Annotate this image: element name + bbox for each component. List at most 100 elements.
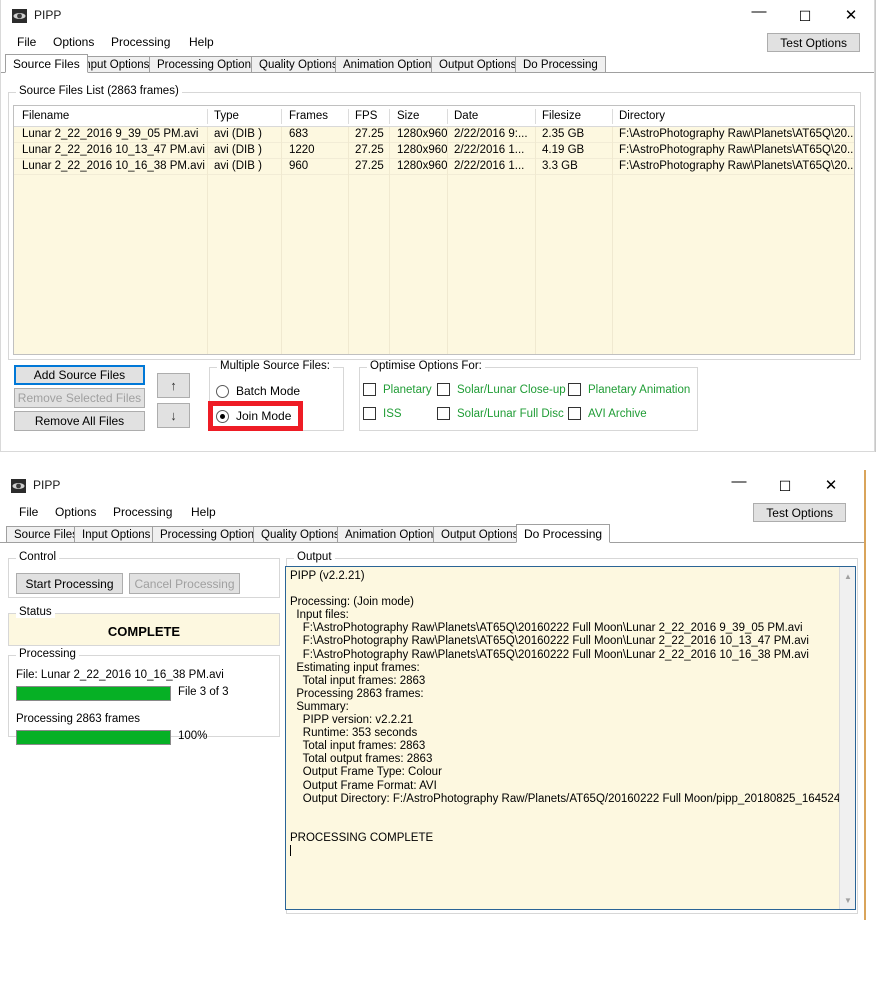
remove-selected-files-button[interactable]: Remove Selected Files (14, 388, 145, 408)
column-header-size[interactable]: Size (397, 110, 419, 122)
move-down-arrow-icon[interactable]: ↓ (157, 403, 190, 428)
pipp-app-icon (11, 479, 26, 493)
checkbox-iss[interactable]: ISS (363, 407, 402, 420)
frames-progress-bar (16, 730, 171, 745)
tab-output-options[interactable]: Output Options (433, 526, 527, 543)
move-up-arrow-icon[interactable]: ↑ (157, 373, 190, 398)
tab-quality-options[interactable]: Quality Options (253, 526, 348, 543)
table-row[interactable]: Lunar 2_22_2016 9_39_05 PM.avi avi (DIB … (14, 127, 854, 143)
window2-title: PIPP (33, 478, 61, 492)
cell-frames: 960 (289, 160, 309, 172)
checkbox-avi-archive-label: AVI Archive (588, 407, 647, 420)
checkbox-iss-label: ISS (383, 407, 402, 420)
scroll-up-arrow-icon[interactable]: ▲ (840, 568, 855, 584)
window1-body: PIPP — ☐ ✕ File Options Processing Help … (0, 0, 875, 452)
tab-animation-options[interactable]: Animation Options (337, 526, 447, 543)
maximize-button[interactable]: ☐ (782, 0, 828, 31)
checkbox-planetary[interactable]: Planetary (363, 383, 432, 396)
test-options-button[interactable]: Test Options (753, 503, 846, 522)
test-options-button[interactable]: Test Options (767, 33, 860, 52)
checkbox-avi-archive[interactable]: AVI Archive (568, 407, 647, 420)
remove-all-files-button[interactable]: Remove All Files (14, 411, 145, 431)
output-scrollbar[interactable]: ▲ ▼ (839, 567, 855, 909)
radio-batch-mode[interactable]: Batch Mode (216, 384, 300, 398)
menu-help[interactable]: Help (185, 504, 222, 520)
cell-frames: 683 (289, 128, 309, 140)
cell-directory: F:\AstroPhotography Raw\Planets\AT65Q\20… (619, 160, 855, 172)
column-header-date[interactable]: Date (454, 110, 478, 122)
cell-date: 2/22/2016 1... (454, 144, 525, 156)
cell-fps: 27.25 (355, 160, 384, 172)
frames-progress-fill (17, 731, 170, 744)
table-row[interactable]: Lunar 2_22_2016 10_13_47 PM.avi avi (DIB… (14, 143, 854, 159)
menu-options[interactable]: Options (47, 34, 100, 50)
cell-date: 2/22/2016 9:... (454, 128, 528, 140)
control-group-label: Control (16, 551, 60, 563)
add-source-files-button[interactable]: Add Source Files (14, 365, 145, 385)
tab-processing-options[interactable]: Processing Options (152, 526, 268, 543)
tab-animation-options[interactable]: Animation Options (335, 56, 445, 73)
checkbox-icon (363, 383, 376, 396)
scroll-down-arrow-icon[interactable]: ▼ (840, 892, 855, 908)
cell-filename: Lunar 2_22_2016 10_16_38 PM.avi (22, 160, 205, 172)
minimize-button[interactable]: — (716, 470, 762, 501)
window2-titlebar-buttons: — ☐ ✕ (716, 470, 854, 501)
tab-processing-options[interactable]: Processing Options (149, 56, 265, 73)
checkbox-solar-lunar-full-disc-label: Solar/Lunar Full Disc (457, 407, 564, 420)
menu-help[interactable]: Help (183, 34, 220, 50)
start-processing-button[interactable]: Start Processing (16, 573, 123, 594)
checkbox-solar-lunar-closeup[interactable]: Solar/Lunar Close-up (437, 383, 566, 396)
status-group: Status COMPLETE (8, 606, 280, 646)
source-files-table[interactable]: Filename Type Frames FPS Size Date Files… (13, 105, 855, 355)
column-header-frames[interactable]: Frames (289, 110, 328, 122)
processing-frames-line: Processing 2863 frames (16, 713, 141, 725)
column-header-directory[interactable]: Directory (619, 110, 665, 122)
processing-group-label: Processing (16, 648, 79, 660)
column-header-filesize[interactable]: Filesize (542, 110, 581, 122)
window2-tabbar: Source Files Input Options Processing Op… (0, 524, 864, 543)
close-button[interactable]: ✕ (808, 470, 854, 501)
status-badge: COMPLETE (107, 624, 181, 639)
radio-button-selected-icon (216, 409, 229, 423)
cell-filesize: 4.19 GB (542, 144, 585, 156)
maximize-button[interactable]: ☐ (762, 470, 808, 501)
column-header-fps[interactable]: FPS (355, 110, 377, 122)
tab-input-options[interactable]: Input Options (74, 526, 159, 543)
radio-join-mode[interactable]: Join Mode (216, 409, 291, 423)
tab-output-options[interactable]: Output Options (431, 56, 525, 73)
tab-source-files[interactable]: Source Files (5, 54, 88, 73)
pipp-app-icon (12, 9, 27, 23)
output-log-textarea[interactable]: PIPP (v2.2.21) Processing: (Join mode) I… (285, 566, 856, 910)
status-group-label: Status (16, 606, 55, 618)
table-row[interactable]: Lunar 2_22_2016 10_16_38 PM.avi avi (DIB… (14, 159, 854, 175)
menu-processing[interactable]: Processing (107, 504, 178, 520)
pipp-window-source-files[interactable]: PIPP — ☐ ✕ File Options Processing Help … (0, 0, 876, 452)
window2-titlebar[interactable]: PIPP — ☐ ✕ (0, 470, 864, 501)
file-progress-fill (17, 687, 170, 700)
optimise-options-group: Optimise Options For: (359, 360, 698, 431)
column-header-filename[interactable]: Filename (22, 110, 69, 122)
cell-filesize: 3.3 GB (542, 160, 578, 172)
checkbox-planetary-animation[interactable]: Planetary Animation (568, 383, 690, 396)
checkbox-solar-lunar-full-disc[interactable]: Solar/Lunar Full Disc (437, 407, 564, 420)
cancel-processing-button[interactable]: Cancel Processing (129, 573, 240, 594)
menu-file[interactable]: File (11, 34, 42, 50)
minimize-button[interactable]: — (736, 0, 782, 31)
tab-do-processing[interactable]: Do Processing (516, 524, 611, 543)
menu-options[interactable]: Options (49, 504, 102, 520)
menu-processing[interactable]: Processing (105, 34, 176, 50)
column-header-type[interactable]: Type (214, 110, 239, 122)
tab-quality-options[interactable]: Quality Options (251, 56, 346, 73)
cell-size: 1280x960 (397, 160, 448, 172)
output-group-label: Output (294, 551, 335, 563)
close-button[interactable]: ✕ (828, 0, 874, 31)
cell-fps: 27.25 (355, 128, 384, 140)
cell-frames: 1220 (289, 144, 315, 156)
tab-do-processing[interactable]: Do Processing (515, 56, 606, 73)
checkbox-icon (363, 407, 376, 420)
menu-file[interactable]: File (13, 504, 44, 520)
radio-button-icon (216, 384, 229, 398)
window1-titlebar[interactable]: PIPP — ☐ ✕ (1, 0, 874, 31)
source-files-list-label: Source Files List (2863 frames) (16, 85, 182, 97)
cell-directory: F:\AstroPhotography Raw\Planets\AT65Q\20… (619, 144, 855, 156)
